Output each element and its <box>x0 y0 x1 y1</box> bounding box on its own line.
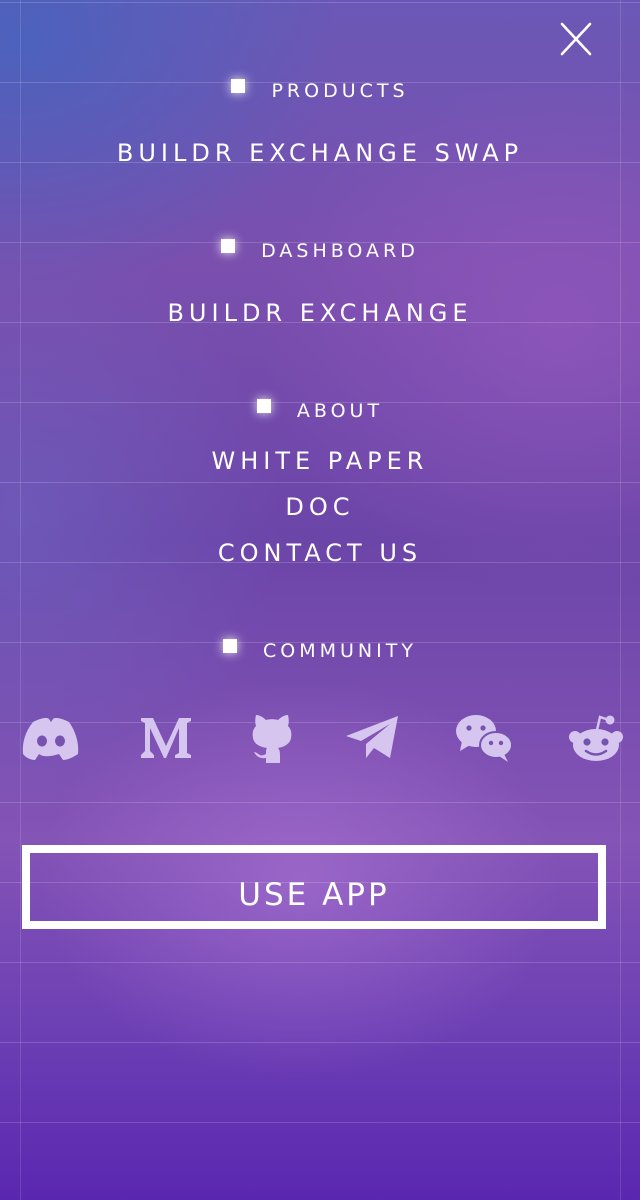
wechat-icon <box>456 715 513 762</box>
telegram-link[interactable] <box>342 706 402 770</box>
section-title-about: ABOUT <box>296 400 384 422</box>
reddit-link[interactable] <box>566 706 626 770</box>
section-title-products: PRODUCTS <box>271 80 409 102</box>
telegram-icon <box>346 716 398 758</box>
section-products: PRODUCTS <box>0 79 640 103</box>
link-white-paper[interactable]: WHITE PAPER <box>0 446 640 476</box>
medium-icon <box>141 718 191 758</box>
section-title-dashboard: DASHBOARD <box>261 240 419 262</box>
github-icon <box>252 715 292 763</box>
reddit-icon <box>569 715 623 761</box>
close-menu-button[interactable] <box>556 20 596 60</box>
discord-icon <box>22 718 79 760</box>
close-icon <box>560 22 592 56</box>
section-community: COMMUNITY <box>0 639 640 663</box>
square-bullet-icon <box>221 239 236 253</box>
medium-link[interactable] <box>136 706 196 770</box>
link-contact-us[interactable]: CONTACT US <box>0 538 640 568</box>
wechat-link[interactable] <box>452 706 516 770</box>
section-about: ABOUT <box>0 399 640 423</box>
link-buildr-exchange[interactable]: BUILDR EXCHANGE <box>0 298 640 328</box>
square-bullet-icon <box>231 79 246 93</box>
square-bullet-icon <box>223 639 238 653</box>
square-bullet-icon <box>256 399 271 413</box>
discord-link[interactable] <box>20 706 82 770</box>
background-grid <box>0 0 640 1200</box>
github-link[interactable] <box>246 706 298 770</box>
social-links <box>0 706 640 770</box>
section-title-community: COMMUNITY <box>263 640 417 662</box>
link-doc[interactable]: DOC <box>0 492 640 522</box>
section-dashboard: DASHBOARD <box>0 239 640 263</box>
link-buildr-exchange-swap[interactable]: BUILDR EXCHANGE SWAP <box>0 138 640 168</box>
use-app-button[interactable]: USE APP <box>22 845 606 929</box>
